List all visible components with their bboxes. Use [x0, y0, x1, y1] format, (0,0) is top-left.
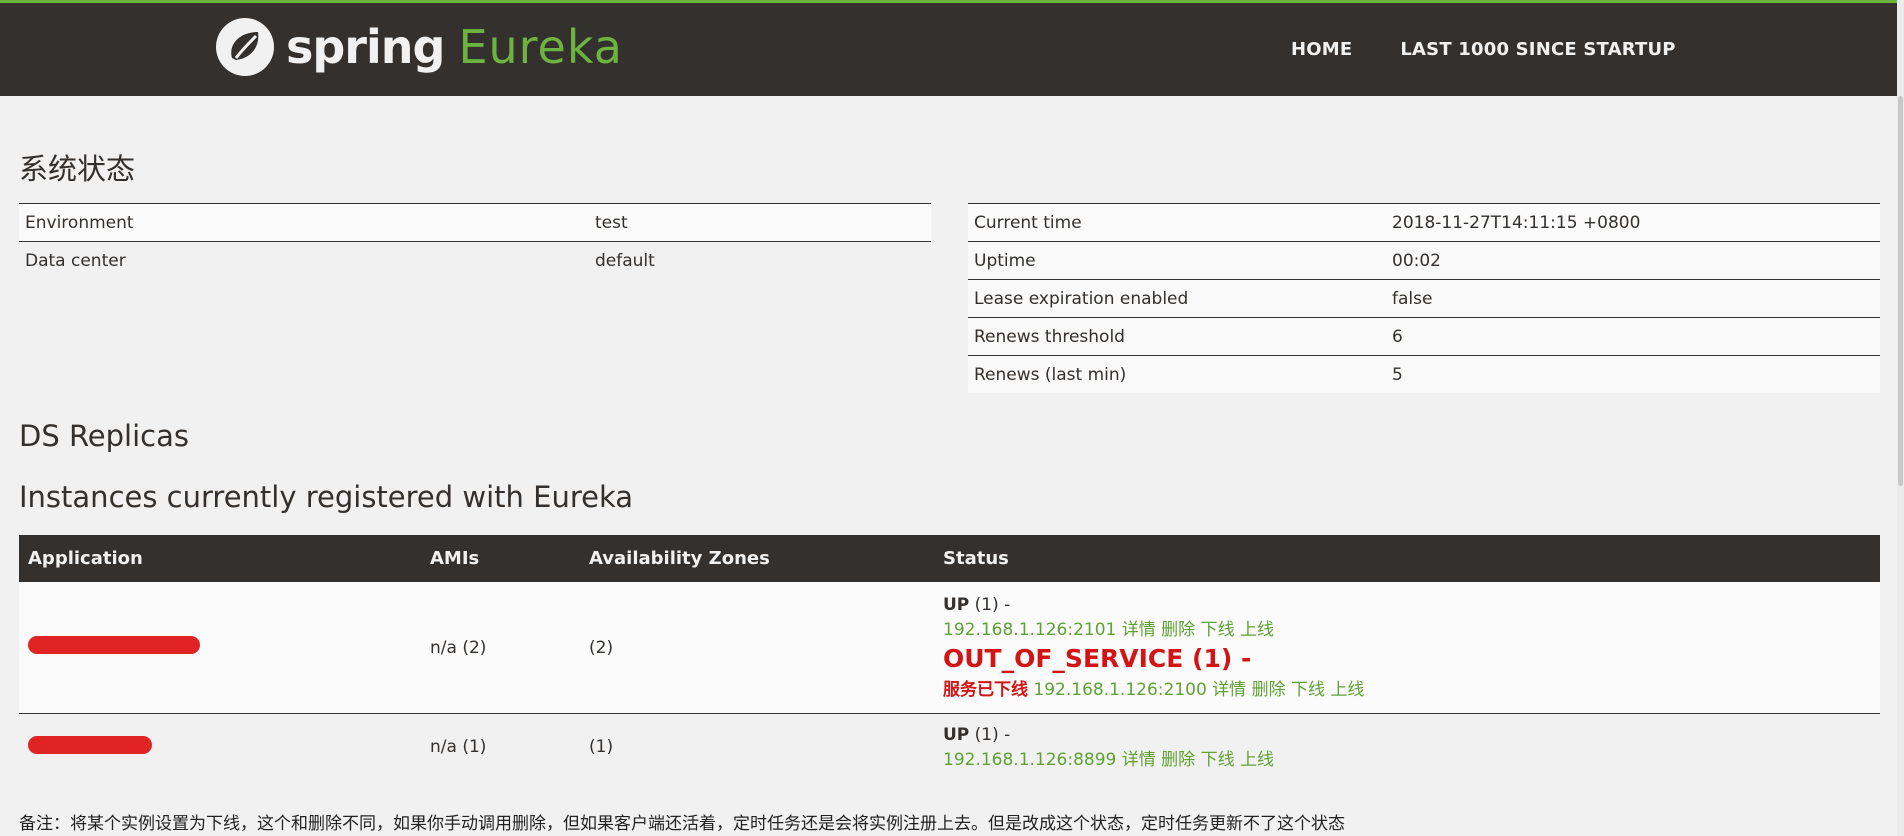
nav-last-1000-link[interactable]: LAST 1000 SINCE STARTUP: [1400, 39, 1675, 60]
table-header-row: Application AMIs Availability Zones Stat…: [19, 535, 1880, 582]
table-row: Renews threshold 6: [968, 317, 1880, 356]
col-status: Status: [934, 535, 1880, 582]
general-info-table: Environment test Data center default: [19, 203, 931, 279]
amis-cell: n/a (2): [421, 582, 580, 714]
nav-menu: HOME LAST 1000 SINCE STARTUP: [1291, 39, 1676, 60]
info-value: false: [1386, 279, 1880, 318]
instance-link-2100[interactable]: 192.168.1.126:2100 详情 删除 下线 上线: [1033, 680, 1364, 700]
table-row: n/a (1) (1) UP (1) - 192.168.1.126:8899 …: [19, 714, 1880, 781]
instance-link-8899[interactable]: 192.168.1.126:8899 详情 删除 下线 上线: [943, 745, 1871, 770]
table-row: n/a (2) (2) UP (1) - 192.168.1.126:2101 …: [19, 582, 1880, 714]
status-up-count: (1) -: [974, 724, 1011, 745]
info-value: 5: [1386, 355, 1880, 393]
status-up-label: UP: [943, 724, 970, 745]
info-value: default: [589, 241, 931, 279]
table-row: Uptime 00:02: [968, 241, 1880, 280]
status-up-line: UP (1) -: [943, 725, 1871, 745]
application-name-redacted[interactable]: [19, 714, 421, 781]
info-key: Data center: [19, 241, 589, 279]
redaction-mark: [28, 636, 200, 654]
redaction-mark: [28, 735, 152, 754]
info-key: Lease expiration enabled: [968, 279, 1386, 318]
offline-badge: 服务已下线: [943, 680, 1028, 700]
ds-replicas-heading: DS Replicas: [19, 419, 189, 453]
instances-heading: Instances currently registered with Eure…: [19, 480, 634, 514]
info-value: 6: [1386, 317, 1880, 356]
system-status-heading: 系统状态: [19, 152, 136, 186]
table-row: Renews (last min) 5: [968, 355, 1880, 393]
col-zones: Availability Zones: [580, 535, 934, 582]
footnote-text: 备注：将某个实例设置为下线，这个和删除不同，如果你手动调用删除，但如果客户端还活…: [19, 814, 1345, 834]
table-row: Lease expiration enabled false: [968, 279, 1880, 318]
info-value: 00:02: [1386, 241, 1880, 280]
zones-cell: (1): [589, 737, 614, 757]
oos-instance-line: 服务已下线 192.168.1.126:2100 详情 删除 下线 上线: [943, 675, 1871, 700]
zones-cell: (2): [580, 582, 934, 714]
status-out-of-service: OUT_OF_SERVICE (1) -: [943, 644, 1252, 673]
brand-spring-text: spring: [286, 20, 445, 74]
table-row: Current time 2018-11-27T14:11:15 +0800: [968, 203, 1880, 242]
lease-info-table: Current time 2018-11-27T14:11:15 +0800 U…: [968, 203, 1880, 393]
col-amis: AMIs: [421, 535, 580, 582]
info-key: Environment: [19, 203, 589, 242]
top-navbar: spring Eureka HOME LAST 1000 SINCE START…: [0, 0, 1904, 96]
spring-eureka-logo[interactable]: spring Eureka: [216, 17, 623, 77]
info-key: Renews (last min): [968, 355, 1386, 393]
scrollbar-thumb[interactable]: [1898, 96, 1903, 486]
nav-home-link[interactable]: HOME: [1291, 39, 1352, 60]
status-up-count: (1) -: [974, 595, 1011, 615]
status-cell: UP (1) - 192.168.1.126:2101 详情 删除 下线 上线 …: [934, 582, 1880, 714]
table-row: Data center default: [19, 241, 931, 279]
info-key: Current time: [968, 203, 1386, 242]
info-key: Uptime: [968, 241, 1386, 280]
instances-table: Application AMIs Availability Zones Stat…: [19, 535, 1880, 780]
amis-cell: n/a (1): [430, 737, 487, 757]
application-name-redacted[interactable]: [19, 582, 421, 714]
col-application: Application: [19, 535, 421, 582]
status-up-line: UP (1) -: [943, 595, 1871, 615]
instance-link-2101[interactable]: 192.168.1.126:2101 详情 删除 下线 上线: [943, 615, 1871, 640]
status-cell: UP (1) - 192.168.1.126:8899 详情 删除 下线 上线: [934, 714, 1880, 781]
info-value: 2018-11-27T14:11:15 +0800: [1386, 203, 1880, 242]
info-key: Renews threshold: [968, 317, 1386, 356]
spring-leaf-icon: [216, 18, 274, 76]
table-row: Environment test: [19, 203, 931, 242]
status-up-label: UP: [943, 595, 970, 615]
info-value: test: [589, 203, 931, 242]
brand-eureka-text: Eureka: [458, 20, 623, 74]
scrollbar[interactable]: [1897, 0, 1904, 836]
